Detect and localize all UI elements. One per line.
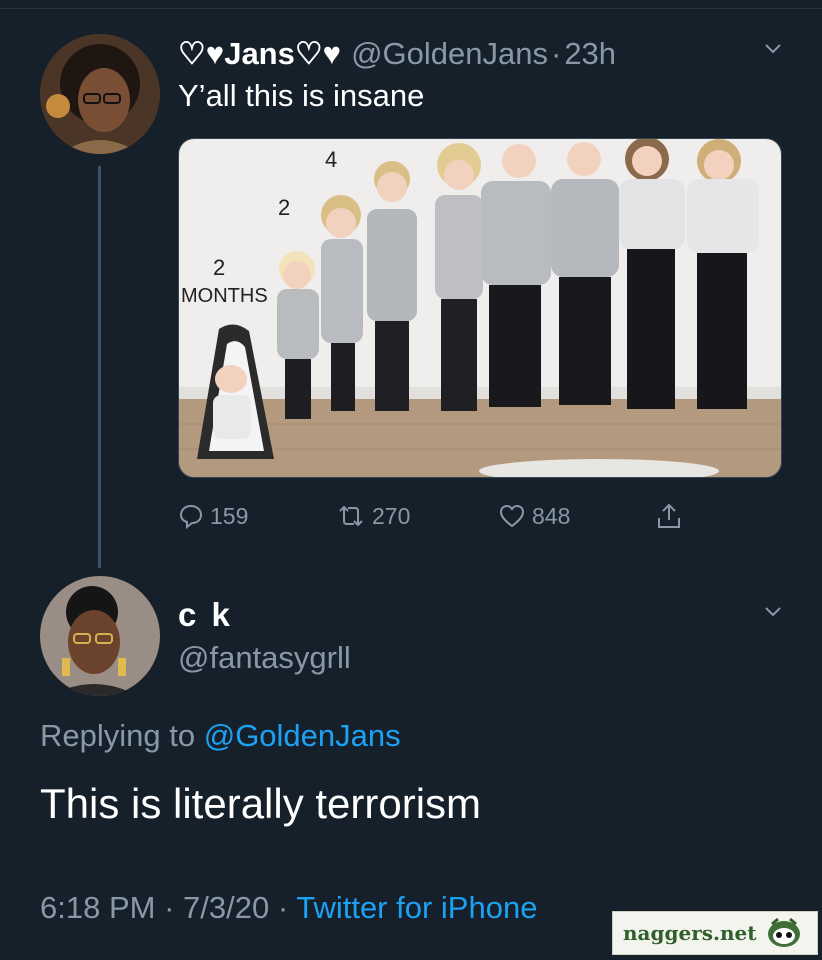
meta-separator-2: · xyxy=(269,890,297,925)
avatar-goldenjans-image xyxy=(40,34,160,154)
chevron-down-icon[interactable] xyxy=(764,43,782,55)
avatar-fantasygrll-image xyxy=(40,576,160,696)
heart-icon xyxy=(499,504,525,528)
replying-to-line: Replying to @GoldenJans xyxy=(40,718,401,754)
top-divider xyxy=(0,8,822,9)
tweet1-text: Y’all this is insane xyxy=(178,78,425,113)
meta-separator-1: · xyxy=(155,890,184,925)
tweet1-display-name[interactable]: ♡♥Jans♡♥ xyxy=(178,36,341,72)
avatar-fantasygrll[interactable] xyxy=(40,576,160,696)
tweet2-handle[interactable]: @fantasygrll xyxy=(178,640,351,676)
like-button[interactable]: 848 xyxy=(498,498,570,534)
reply-count: 159 xyxy=(210,502,249,529)
thread-connector-line xyxy=(98,166,101,568)
reply-button[interactable]: 159 xyxy=(178,498,248,534)
tweet1-photo[interactable]: 4 2 2 MONTHS xyxy=(178,138,782,478)
share-icon xyxy=(658,503,680,528)
watermark: naggers.net xyxy=(612,911,818,955)
tweet2-text: This is literally terrorism xyxy=(40,780,482,827)
avatar-goldenjans[interactable] xyxy=(40,34,160,154)
family-photo-image xyxy=(179,139,781,477)
tweet1-action-bar: 159 270 848 xyxy=(178,498,698,534)
watermark-logo xyxy=(768,917,801,947)
photo-label-months: MONTHS xyxy=(181,285,268,307)
tweet1-handle[interactable]: @GoldenJans xyxy=(351,36,548,72)
replying-to-prefix: Replying to xyxy=(40,718,204,753)
retweet-count: 270 xyxy=(372,502,411,529)
tweet1-header: ♡♥Jans♡♥ @GoldenJans · 23h xyxy=(178,34,616,74)
tweet2-meta: 6:18 PM · 7/3/20 · Twitter for iPhone xyxy=(40,890,537,926)
watermark-text: naggers.net xyxy=(623,921,757,945)
tweet1-time[interactable]: 23h xyxy=(564,36,616,72)
share-button[interactable] xyxy=(656,498,688,534)
chevron-down-icon[interactable] xyxy=(764,606,782,618)
retweet-icon xyxy=(339,505,363,527)
photo-label-2-months-number: 2 xyxy=(213,255,226,280)
tweet2-time[interactable]: 6:18 PM xyxy=(40,890,155,925)
photo-label-2: 2 xyxy=(278,195,291,220)
photo-label-4: 4 xyxy=(325,147,338,172)
tweet2-source-link[interactable]: Twitter for iPhone xyxy=(296,890,537,925)
tweet2-display-name[interactable]: c k xyxy=(178,596,233,634)
tweet2-date[interactable]: 7/3/20 xyxy=(183,890,269,925)
like-count: 848 xyxy=(532,502,571,529)
tweet1-separator: · xyxy=(550,36,562,71)
replying-to-mention-link[interactable]: @GoldenJans xyxy=(204,718,401,753)
retweet-button[interactable]: 270 xyxy=(336,498,410,534)
speech-bubble-icon xyxy=(179,504,203,529)
